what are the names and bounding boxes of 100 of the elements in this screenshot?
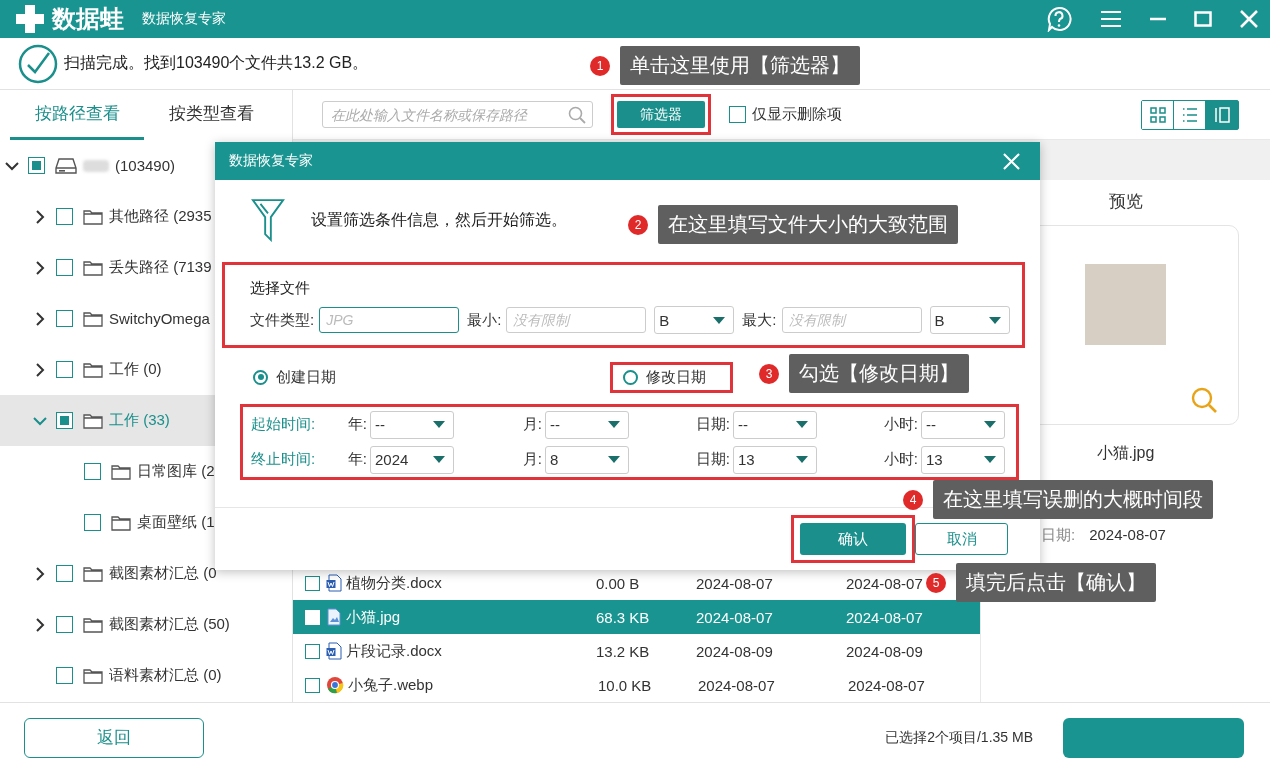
close-icon[interactable] (1240, 10, 1258, 28)
tree-label: 语料素材汇总 (0) (109, 666, 222, 685)
word-document-icon (326, 574, 342, 592)
min-size-field[interactable]: 没有限制 (506, 307, 647, 333)
file-row[interactable]: 小猫.jpg 68.3 KB 2024-08-07 2024-08-07 (293, 600, 980, 634)
field-label: 小时: (883, 415, 918, 434)
unit-dropdown[interactable]: B (654, 306, 735, 334)
created-date: 2024-08-09 (696, 642, 774, 660)
view-tab[interactable]: 按路径查看 (10, 90, 144, 140)
checkbox[interactable] (56, 208, 73, 225)
checkbox[interactable] (28, 157, 45, 174)
checkbox[interactable] (56, 361, 73, 378)
tree-label: (103490) (115, 157, 176, 174)
callout-tooltip: 在这里填写误删的大概时间段 (933, 480, 1213, 519)
checkbox[interactable] (56, 667, 73, 684)
confirm-button[interactable]: 确认 (800, 523, 906, 555)
file-size: 13.2 KB (596, 642, 651, 660)
file-row[interactable]: 片段记录.docx 13.2 KB 2024-08-09 2024-08-09 (293, 634, 980, 668)
checkbox[interactable] (56, 412, 73, 429)
cancel-button[interactable]: 取消 (915, 523, 1008, 555)
tree-label: 日常图库 (2 (137, 462, 215, 481)
checkbox[interactable] (84, 463, 101, 480)
checkbox-label: 仅显示删除项 (752, 105, 842, 124)
checkbox[interactable] (56, 259, 73, 276)
app-logo-text: 数据蛙 (52, 4, 124, 34)
search-field[interactable]: 在此处输入文件名称或保存路径 (322, 101, 593, 128)
folder-icon (83, 412, 103, 429)
checkbox[interactable] (305, 677, 320, 693)
modified-date: 2024-08-07 (846, 574, 923, 592)
time-dropdown[interactable]: -- (370, 410, 454, 439)
drive-icon (55, 157, 77, 174)
filter-button[interactable]: 筛选器 (617, 101, 705, 128)
checkbox[interactable] (84, 514, 101, 531)
unit-dropdown[interactable]: B (929, 306, 1010, 334)
modified-date: 2024-08-07 (846, 608, 923, 626)
field-label: 日期: (695, 450, 730, 469)
checkbox[interactable] (729, 106, 746, 123)
file-row[interactable]: 小兔子.webp 10.0 KB 2024-08-07 2024-08-07 (293, 668, 980, 702)
time-dropdown[interactable]: -- (921, 410, 1005, 439)
tree-label: 截图素材汇总 (50) (109, 615, 230, 634)
callout-tooltip: 在这里填写文件大小的大致范围 (658, 205, 958, 244)
file-size: 68.3 KB (596, 608, 651, 626)
created-date: 2024-08-07 (696, 608, 774, 626)
tree-label: SwitchyOmega (109, 310, 210, 327)
detail-value: 2024-08-07 (1089, 526, 1166, 545)
checkbox[interactable] (56, 616, 73, 633)
file-type-field[interactable]: JPG (319, 307, 460, 333)
field-label: 月: (522, 450, 542, 469)
time-dropdown[interactable]: 13 (733, 445, 817, 474)
time-dropdown[interactable]: 13 (921, 445, 1005, 474)
checkbox[interactable] (56, 310, 73, 327)
menu-icon[interactable] (1100, 10, 1122, 28)
minimize-icon[interactable] (1150, 17, 1166, 21)
field-label: 文件类型: (250, 310, 315, 330)
close-icon[interactable] (1003, 152, 1020, 170)
radio-button[interactable] (253, 369, 268, 385)
preview-file-name: 小猫.jpg (1096, 443, 1155, 463)
checkbox[interactable] (56, 565, 73, 582)
folder-icon (111, 514, 131, 531)
search-icon[interactable] (568, 105, 586, 124)
view-tab[interactable]: 按类型查看 (144, 90, 278, 140)
grid-view-icon (1149, 106, 1166, 123)
file-size: 10.0 KB (598, 676, 653, 694)
folder-icon (83, 361, 103, 378)
blurred-name (83, 159, 109, 172)
tree-label: 截图素材汇总 (0 (109, 564, 217, 583)
field-label: 月: (522, 415, 542, 434)
step-badge: 1 (590, 55, 610, 76)
time-dropdown[interactable]: -- (733, 410, 817, 439)
dialog-title: 数据恢复专家 (229, 152, 313, 170)
section-heading: 选择文件 (250, 279, 311, 298)
magnifier-icon[interactable] (1190, 386, 1218, 414)
radio-button[interactable] (623, 369, 638, 385)
tree-item[interactable]: 其他路径 (2935 (0, 191, 292, 242)
tree-item[interactable]: 截图素材汇总 (0 (0, 548, 292, 599)
checkbox[interactable] (305, 643, 320, 659)
grid-view-button[interactable] (1142, 100, 1174, 129)
tree-item[interactable]: 桌面壁纸 (1 (0, 497, 292, 548)
tree-label: 其他路径 (2935 (109, 207, 212, 226)
field-label: 年: (347, 415, 367, 434)
detail-view-button[interactable] (1206, 100, 1238, 129)
help-icon[interactable] (1046, 6, 1072, 32)
colored-circle-icon (326, 676, 344, 694)
callout-tooltip: 勾选【修改日期】 (789, 354, 969, 393)
folder-icon (83, 616, 103, 633)
time-dropdown[interactable]: 2024 (370, 445, 454, 474)
created-date: 2024-08-07 (698, 676, 776, 694)
file-name: 植物分类.docx (346, 573, 443, 593)
max-size-field[interactable]: 没有限制 (781, 307, 922, 333)
maximize-icon[interactable] (1194, 11, 1212, 27)
folder-icon (83, 208, 103, 225)
time-dropdown[interactable]: 8 (545, 445, 629, 474)
time-dropdown[interactable]: -- (545, 410, 629, 439)
checkbox[interactable] (305, 575, 320, 591)
tree-item[interactable]: 语料素材汇总 (0) (0, 650, 292, 701)
list-view-icon (1181, 106, 1198, 123)
action-button[interactable] (1063, 717, 1244, 758)
tree-item[interactable]: 截图素材汇总 (50) (0, 599, 292, 650)
app-subtitle: 数据恢复专家 (142, 10, 226, 28)
back-button[interactable]: 返回 (24, 717, 204, 758)
